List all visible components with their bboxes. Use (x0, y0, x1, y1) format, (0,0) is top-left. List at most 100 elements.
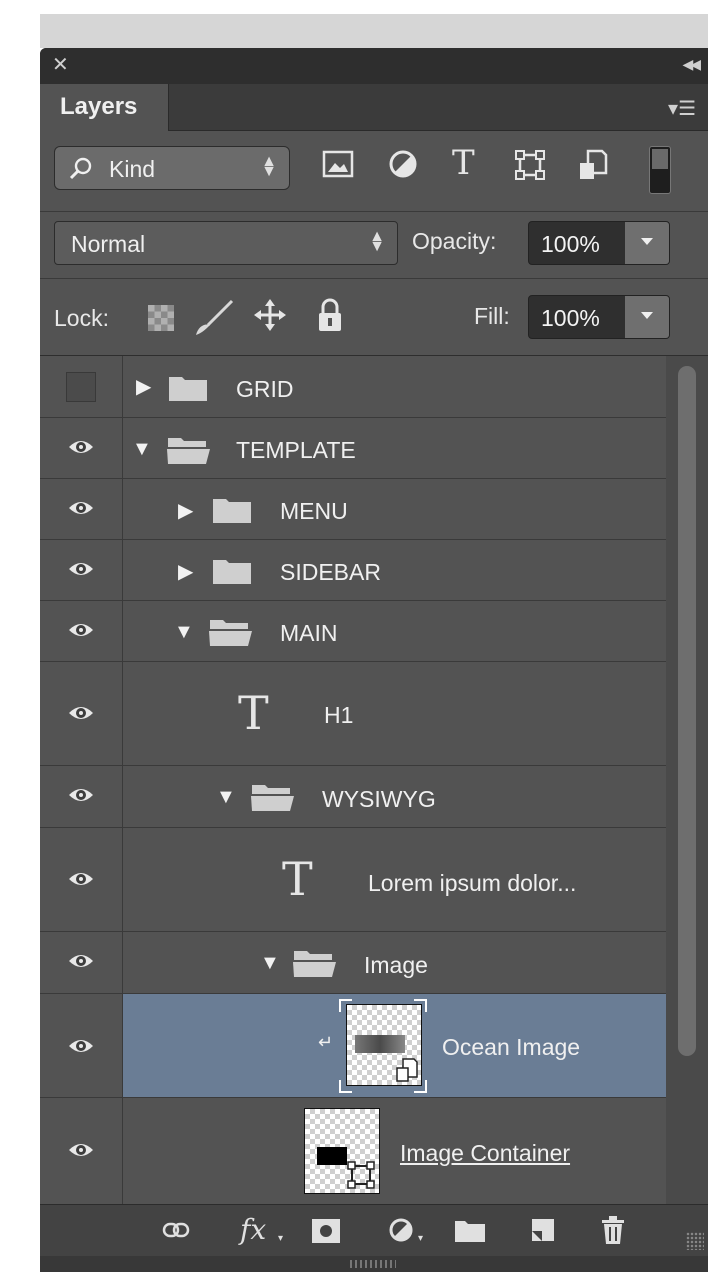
expand-arrow-icon[interactable]: ▶ (178, 498, 193, 523)
lock-image-pixels-icon[interactable] (192, 299, 236, 344)
layer-name[interactable]: GRID (236, 376, 294, 403)
visibility-cell[interactable] (40, 932, 123, 993)
tab-layers[interactable]: Layers (40, 84, 169, 131)
panel-menu-icon[interactable]: ▾☰ (668, 96, 696, 121)
eye-icon[interactable] (68, 703, 94, 728)
shape-filter-icon[interactable] (514, 149, 546, 186)
visibility-cell[interactable] (40, 662, 123, 765)
expand-arrow-icon[interactable]: ▶ (136, 374, 151, 399)
image-filter-icon[interactable] (322, 149, 354, 184)
blend-mode-select[interactable]: Normal ▲ ▼ (54, 221, 398, 265)
eye-icon[interactable] (68, 437, 94, 462)
visibility-cell[interactable] (40, 766, 123, 827)
new-layer-icon[interactable] (530, 1217, 556, 1248)
link-layers-icon[interactable] (162, 1221, 190, 1244)
layer-name[interactable]: MENU (280, 498, 348, 525)
layer-name[interactable]: H1 (324, 702, 353, 729)
kind-filter-select[interactable]: Kind ▲ ▼ (54, 146, 290, 190)
bottom-toolbar: fx ▾ ▾ (40, 1204, 708, 1257)
new-adjustment-icon[interactable] (388, 1217, 414, 1248)
layer-row-lorem[interactable]: T Lorem ipsum dolor... (40, 828, 666, 932)
layer-row-main[interactable]: ▼ MAIN (40, 601, 666, 662)
blend-row: Normal ▲ ▼ Opacity: 100% (40, 212, 708, 279)
layer-row-template[interactable]: ▼ TEMPLATE (40, 418, 666, 479)
opacity-value[interactable]: 100% (541, 231, 600, 258)
open-folder-icon (166, 435, 212, 470)
clipping-mask-arrow-icon: ↵ (318, 1032, 334, 1052)
visibility-cell[interactable] (40, 601, 123, 661)
layer-row-h1[interactable]: T H1 (40, 662, 666, 766)
eye-icon[interactable] (68, 620, 94, 645)
small-triangle-icon: ▾ (278, 1233, 284, 1244)
visibility-cell[interactable] (40, 356, 123, 417)
layer-name[interactable]: Image (364, 952, 428, 979)
layers-panel: ✕ ◀◀ Layers ▾☰ Kind ▲ ▼ T Normal ▲ ▼ Opa… (40, 48, 708, 1272)
shape-layer-thumbnail[interactable] (304, 1108, 380, 1194)
visibility-cell[interactable] (40, 479, 123, 539)
adjustment-filter-icon[interactable] (388, 149, 418, 184)
layer-name[interactable]: WYSIWYG (322, 786, 436, 813)
lock-transparent-pixels-icon[interactable] (148, 305, 174, 336)
eye-icon[interactable] (68, 951, 94, 976)
new-group-icon[interactable] (454, 1219, 486, 1248)
layer-row-grid[interactable]: ▶ GRID (40, 356, 666, 418)
eye-icon[interactable] (68, 1036, 94, 1061)
layer-name[interactable]: Image Container (400, 1140, 570, 1167)
double-chevron-left-icon[interactable]: ◀◀ (682, 56, 700, 73)
layer-row-image-group[interactable]: ▼ Image (40, 932, 666, 994)
layer-row-menu[interactable]: ▶ MENU (40, 479, 666, 540)
layer-row-image-container[interactable]: Image Container (40, 1098, 666, 1204)
layer-name[interactable]: TEMPLATE (236, 437, 356, 464)
panel-tab-strip: Layers ▾☰ (40, 84, 708, 131)
collapse-arrow-icon[interactable]: ▼ (174, 621, 194, 644)
smart-object-thumbnail[interactable] (346, 1004, 422, 1086)
opacity-field[interactable]: 100% (528, 221, 670, 265)
fx-icon[interactable]: fx (240, 1213, 266, 1246)
fill-value[interactable]: 100% (541, 305, 600, 332)
open-folder-icon (292, 948, 338, 983)
visibility-cell[interactable] (40, 1098, 123, 1204)
smart-object-filter-icon[interactable] (578, 149, 608, 186)
layers-list: ▶ GRID ▼ TEMPLATE ▶ MENU ▶ SIDEBAR ▼ MAI… (40, 356, 666, 1204)
layer-name[interactable]: Ocean Image (442, 1034, 580, 1061)
updown-arrows-icon: ▲ ▼ (369, 228, 385, 255)
eye-icon[interactable] (68, 869, 94, 894)
resize-grip-icon[interactable] (686, 1232, 704, 1250)
type-filter-icon[interactable]: T (452, 143, 475, 183)
eye-icon[interactable] (68, 559, 94, 584)
lock-all-icon[interactable] (316, 297, 344, 338)
updown-arrows-icon: ▲ ▼ (261, 153, 277, 180)
layer-name[interactable]: Lorem ipsum dolor... (368, 870, 576, 897)
lock-position-icon[interactable] (252, 297, 288, 338)
delete-icon[interactable] (600, 1215, 626, 1250)
collapse-arrow-icon[interactable]: ▼ (132, 438, 152, 461)
eye-icon[interactable] (68, 498, 94, 523)
visibility-cell[interactable] (40, 540, 123, 600)
collapse-arrow-icon[interactable]: ▼ (216, 786, 236, 809)
visibility-toggle-off[interactable] (66, 372, 96, 402)
layer-row-wysiwyg[interactable]: ▼ WYSIWYG (40, 766, 666, 828)
layer-row-ocean-image[interactable]: ↵ Ocean Image (40, 994, 666, 1098)
eye-icon[interactable] (68, 1140, 94, 1165)
visibility-cell[interactable] (40, 418, 123, 478)
opacity-dropdown-button[interactable] (625, 222, 669, 264)
layer-name[interactable]: MAIN (280, 620, 338, 647)
expand-arrow-icon[interactable]: ▶ (178, 559, 193, 584)
add-mask-icon[interactable] (312, 1219, 340, 1248)
close-icon[interactable]: ✕ (52, 54, 69, 76)
visibility-cell[interactable] (40, 828, 123, 931)
folder-icon (212, 557, 252, 590)
blend-mode-value: Normal (71, 231, 146, 257)
collapse-arrow-icon[interactable]: ▼ (260, 952, 280, 975)
kind-filter-label: Kind (109, 156, 156, 182)
text-layer-icon: T (282, 852, 313, 906)
layer-name[interactable]: SIDEBAR (280, 559, 381, 586)
visibility-cell[interactable] (40, 994, 123, 1097)
drag-handle-icon[interactable] (350, 1260, 396, 1268)
fill-field[interactable]: 100% (528, 295, 670, 339)
layer-row-sidebar[interactable]: ▶ SIDEBAR (40, 540, 666, 601)
fill-dropdown-button[interactable] (625, 296, 669, 338)
eye-icon[interactable] (68, 785, 94, 810)
scrollbar-thumb[interactable] (678, 366, 696, 1056)
filter-on-off-toggle[interactable] (649, 146, 671, 194)
